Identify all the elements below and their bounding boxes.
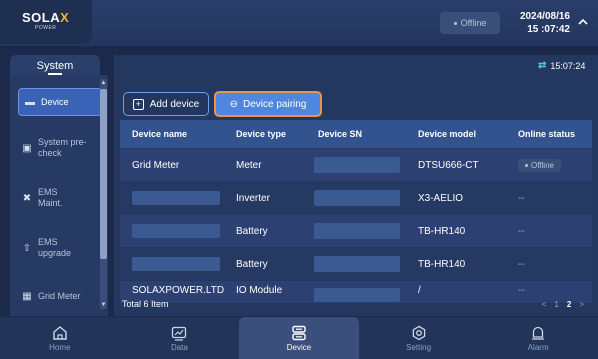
table-row[interactable]: Battery TB-HR140 -- [120,248,592,280]
sidebar-scrollbar[interactable]: ▲ ▼ [100,79,107,309]
clock: 2024/08/16 15 :07:42 [519,11,570,35]
device-icon [292,325,306,340]
bell-icon [532,326,545,340]
sidebar-item-ems-upgrade[interactable]: ⇧ EMS upgrade [22,237,106,259]
nav-home[interactable]: Home [0,317,120,359]
table-row[interactable]: Battery TB-HR140 -- [120,215,592,247]
logo: SOLAX POWER [0,0,92,44]
refresh-button[interactable]: ⇄ 15:07:24 [538,60,585,71]
nav-setting[interactable]: Setting [359,317,479,359]
gear-icon [412,325,425,340]
home-icon [53,325,67,340]
link-icon: ⊖ [229,98,238,110]
tools-icon: ✖ [22,192,32,204]
chart-icon [172,326,187,341]
status-badge: Offline [518,158,561,172]
pagination: < 1 2 > [542,300,584,309]
check-icon: ▣ [22,142,32,154]
chevron-up-icon[interactable] [577,16,589,28]
device-pairing-button[interactable]: ⊖ Device pairing [214,91,322,117]
device-table: Device name Device type Device SN Device… [120,120,592,303]
sidebar-item-device[interactable]: ▬ Device [18,88,102,116]
upgrade-icon: ⇧ [22,242,32,254]
item-count: Total 6 Item [122,299,169,309]
page-2-button[interactable]: 2 [567,300,571,309]
sidebar-item-ems-maint[interactable]: ✖ EMS Maint. [22,187,106,209]
add-device-button[interactable]: + Add device [123,92,209,116]
plus-icon: + [132,98,144,110]
nav-data[interactable]: Data [120,317,240,359]
refresh-icon: ⇄ [538,60,547,71]
nav-device[interactable]: Device [239,317,359,359]
table-row[interactable]: Inverter X3-AELIO -- [120,182,592,214]
page-1-button[interactable]: 1 [554,300,558,309]
sidebar-item-system-pre-check[interactable]: ▣ System pre-check [22,137,106,159]
table-row[interactable]: Grid Meter Meter DTSU666-CT Offline [120,149,592,181]
sidebar-item-grid-meter[interactable]: ▦ Grid Meter [22,291,106,302]
meter-icon: ▦ [22,291,32,302]
tab-system[interactable]: System [10,55,100,75]
next-page-button[interactable]: > [579,300,584,309]
device-icon: ▬ [25,96,35,108]
bottom-nav: Home Data Device Setting Alarm [0,317,598,359]
top-bar: SOLAX POWER Offline 2024/08/16 15 :07:42 [0,0,598,46]
connection-status-badge: Offline [440,12,500,34]
nav-alarm[interactable]: Alarm [478,317,598,359]
sidebar: ▬ Device ▣ System pre-check ✖ EMS Maint.… [10,75,108,316]
table-footer: Total 6 Item < 1 2 > [122,296,592,312]
table-header: Device name Device type Device SN Device… [120,120,592,148]
prev-page-button[interactable]: < [542,300,547,309]
